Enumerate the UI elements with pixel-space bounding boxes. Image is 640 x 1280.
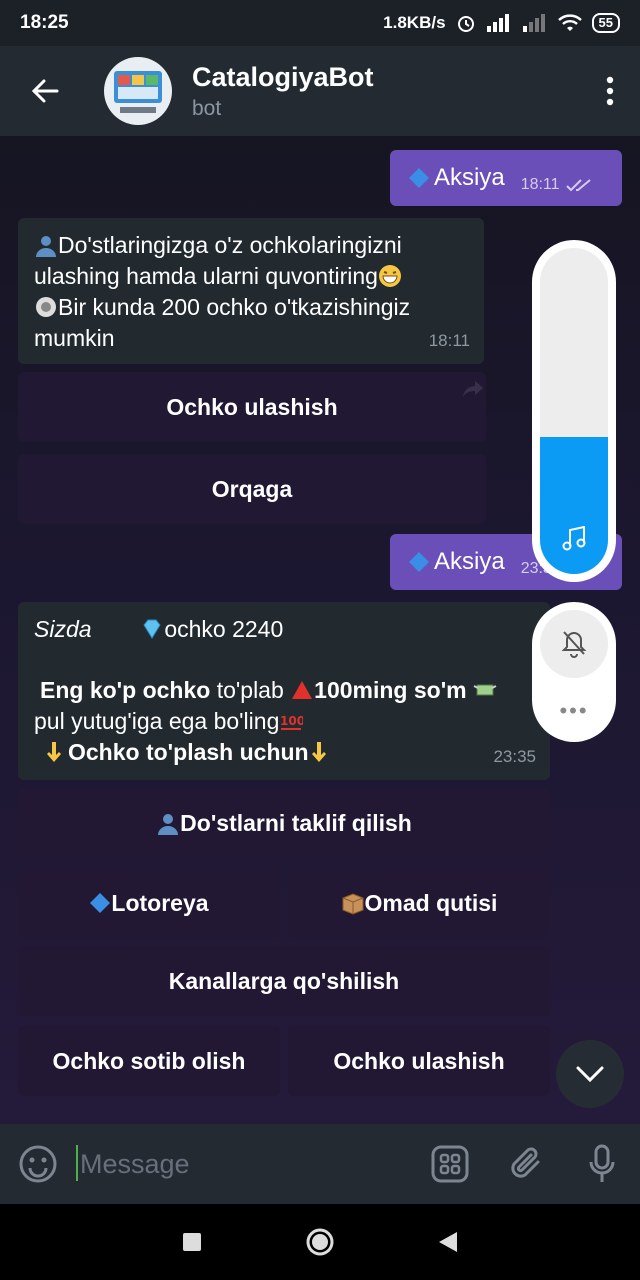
blue-diamond-icon (409, 552, 429, 572)
keyboard-button-kanallarga[interactable]: Kanallarga qo'shilish (18, 946, 550, 1016)
battery-indicator: 55 (591, 13, 620, 33)
smile-icon (19, 1145, 57, 1183)
wifi-icon (557, 14, 582, 31)
scroll-down-button[interactable] (556, 1040, 624, 1108)
chat-subtitle: bot (192, 96, 222, 120)
text-cursor (76, 1144, 78, 1181)
message-text: Aksiya (434, 164, 505, 191)
point-down-icon (311, 742, 326, 762)
message-time: 23:35 (493, 747, 536, 766)
hundred-points-icon: 100 (280, 714, 303, 730)
bot-keyboard-button[interactable] (412, 1124, 488, 1204)
volume-slider[interactable] (540, 248, 608, 574)
home-circle-icon[interactable] (305, 1227, 335, 1257)
alarm-icon (457, 16, 474, 32)
money-wings-icon (473, 684, 497, 696)
mute-toggle-button[interactable] (540, 610, 608, 678)
message-line: ulashing hamda ularni quvontiring (34, 261, 468, 292)
net-speed: 1.8KB/s (383, 13, 446, 32)
back-button[interactable] (0, 46, 90, 136)
gem-icon (143, 619, 161, 639)
status-icons: 1.8KB/s 55 (383, 13, 620, 33)
keyboard-button-omad-qutisi[interactable]: Omad qutisi (288, 868, 550, 938)
double-check-icon (565, 179, 591, 192)
keyboard-grid-icon (431, 1145, 469, 1183)
incoming-message[interactable]: Do'stlaringizga o'z ochkolaringizni ulas… (18, 218, 484, 364)
person-icon (158, 814, 179, 835)
bell-off-icon (561, 631, 587, 658)
package-icon (342, 893, 364, 915)
message-line: Eng ko'p ochko to'plab 100ming so'm (34, 675, 534, 706)
message-line: mumkin (34, 325, 115, 351)
keyboard-button-ochko-sotib-olish[interactable]: Ochko sotib olish (18, 1026, 280, 1096)
chat-area[interactable]: Aksiya 18:11 Do'stlaringizga o'z ochkola… (0, 136, 640, 1124)
emoji-button[interactable] (0, 1124, 76, 1204)
message-input-bar: Message (0, 1124, 640, 1204)
more-menu-button[interactable] (580, 46, 640, 136)
grin-emoji-icon (378, 265, 401, 287)
status-bar: 18:25 1.8KB/s 55 (0, 0, 640, 46)
keyboard-button-ochko-ulashish[interactable]: Ochko ulashish (18, 372, 486, 442)
message-line: Sizda ochko 2240 (34, 614, 534, 645)
point-down-icon (47, 742, 61, 762)
more-options-icon[interactable]: ••• (532, 698, 616, 724)
more-vert-icon (606, 76, 614, 106)
microphone-icon (589, 1144, 615, 1182)
volume-panel[interactable] (532, 240, 616, 582)
blue-diamond-icon (90, 893, 111, 913)
svg-text:100: 100 (280, 714, 303, 728)
system-nav-bar (0, 1204, 640, 1280)
radio-button-icon (36, 297, 56, 317)
red-triangle-icon (292, 681, 313, 699)
paperclip-icon (511, 1147, 540, 1178)
chat-title-block[interactable]: CatalogiyaBot bot (192, 62, 580, 121)
chat-header: CatalogiyaBot bot (0, 46, 640, 136)
incoming-message[interactable]: Sizda ochko 2240 Eng ko'p ochko to'plab … (18, 602, 550, 780)
message-line: Ochko to'plash uchun (34, 737, 534, 768)
voice-record-button[interactable] (564, 1124, 640, 1204)
message-line: pul yutug'iga ega bo'ling 100 (34, 706, 534, 737)
chat-title: CatalogiyaBot (192, 61, 374, 92)
sizda-text: Sizda (34, 616, 92, 642)
volume-fill (540, 437, 608, 574)
back-triangle-icon[interactable] (438, 1231, 458, 1253)
keyboard-button-ochko-ulashish-2[interactable]: Ochko ulashish (288, 1026, 550, 1096)
message-text: Aksiya (434, 548, 505, 575)
message-time: 18:11 (520, 176, 560, 193)
message-line: Do'stlaringizga o'z ochkolaringizni (34, 230, 468, 261)
chevron-down-icon (576, 1066, 604, 1082)
outgoing-message[interactable]: Aksiya 18:11 (390, 150, 622, 206)
recents-square-icon[interactable] (182, 1232, 202, 1252)
message-time: 18:11 (428, 331, 470, 350)
bot-avatar[interactable] (104, 57, 172, 125)
music-note-icon (562, 526, 586, 551)
ochko-count: ochko 2240 (164, 616, 284, 642)
message-input[interactable]: Message (76, 1144, 412, 1181)
status-time: 18:25 (20, 12, 69, 33)
message-line: Bir kunda 200 ochko o'tkazishingiz (34, 292, 468, 323)
keyboard-button-orqaga[interactable]: Orqaga (18, 454, 486, 524)
signal-icon (486, 14, 509, 32)
ringer-panel[interactable]: ••• (532, 602, 616, 742)
bot-logo-icon (114, 71, 162, 113)
arrow-left-icon (31, 79, 59, 103)
signal-icon-2 (522, 14, 545, 32)
keyboard-button-lotoreya[interactable]: Lotoreya (18, 868, 280, 938)
attach-button[interactable] (488, 1124, 564, 1204)
blue-diamond-icon (409, 168, 429, 188)
keyboard-button-dostlarni-taklif[interactable]: Do'stlarni taklif qilish (18, 788, 550, 858)
person-icon (36, 236, 56, 257)
